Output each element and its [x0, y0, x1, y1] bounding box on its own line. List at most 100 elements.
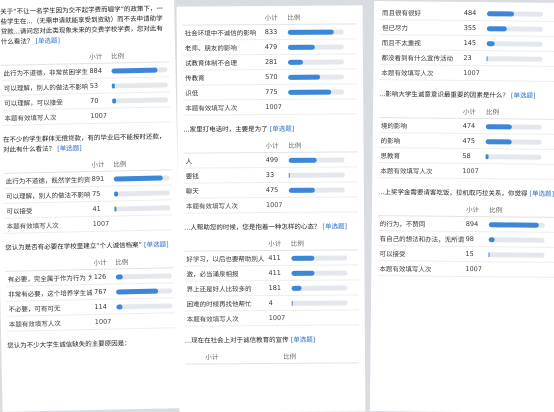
- count-header: 小计: [263, 137, 287, 153]
- total-label: 本题有效填写人次: [2, 108, 89, 126]
- question-block: ...人帮助您的时候，您是抱着一种怎样的心态？ [单选题] 小计 比例 好学习，以后也…: [184, 221, 359, 327]
- ratio-bar: [288, 172, 345, 178]
- question-text: 您认为是否有必要在学校里建立“个人诚信档案”: [5, 241, 143, 253]
- result-row: 激，必当涌泉相报 411: [184, 265, 359, 282]
- ratio-bar-fill: [287, 59, 304, 65]
- option-label: 可以接受: [377, 245, 464, 262]
- ratio-header: 比例: [281, 348, 360, 364]
- question-title: 在不少的学生群体无偿贷款，有的毕业后不能按时还款，对此有什么看法？ [单选题]: [3, 132, 171, 156]
- total-count: 1007: [460, 163, 484, 179]
- result-table: 小计 比例人 499 要钱 33 聊天 475 本题有效填写人次 1007: [183, 137, 359, 214]
- result-row: 人 499: [183, 151, 358, 169]
- ratio-header: 比例: [285, 9, 357, 25]
- result-row: 识低 775: [183, 83, 358, 101]
- option-ratio: [486, 216, 554, 233]
- option-label: 思教育: [378, 147, 461, 164]
- option-ratio: [113, 283, 175, 300]
- page2-bottom-table: 小计 比例: [184, 348, 360, 365]
- ratio-bar-fill: [111, 98, 116, 104]
- ratio-bar-fill: [287, 74, 320, 80]
- option-count: 58: [460, 148, 484, 164]
- question-text: 关于“不让一名学生因为交不起学费而辍学”的政策下，一些学生在...（无需申请就能…: [0, 4, 164, 47]
- option-ratio: [111, 170, 172, 187]
- result-row: 试教育体制不合理 281: [182, 53, 358, 71]
- bottom-question: ...现在在社会上对于诚信教育的宣传 [单选题]: [185, 335, 359, 346]
- total-count: 1007: [92, 314, 115, 330]
- question-text: 在不少的学生群体无偿贷款，有的毕业后不能按时还款，对此有什么看法？: [2, 132, 166, 155]
- total-count: 1007: [461, 65, 485, 81]
- count-header: 小计: [89, 156, 112, 172]
- count-header: 小计: [203, 349, 282, 365]
- option-ratio: [486, 231, 554, 248]
- ratio-bar: [287, 73, 344, 80]
- question-type-tag: [单选题]: [290, 335, 316, 344]
- total-count: 1007: [263, 197, 287, 213]
- question-text: ...家里打电话时，主要是为了: [183, 125, 268, 134]
- ratio-bar: [488, 221, 545, 228]
- option-label: 聊天: [183, 182, 264, 199]
- question-text: ...影响大学生诚意意识最重要的因素是什么？: [379, 90, 509, 100]
- total-count: 1007: [88, 108, 111, 124]
- option-ratio: [286, 166, 358, 183]
- page2-sections: ...家里打电话时，主要是为了 [单选题] 小计 比例人 499 要钱 33 聊天 475 本题…: [183, 123, 359, 327]
- ratio-bar: [113, 175, 170, 182]
- option-label: 社会环境中不诚信的影响: [182, 24, 263, 41]
- question-block: ...上奖学金需要请客吃饭，拉机取巧拉关系，你觉得 [单选题] 小计 比例 的行为，不…: [377, 187, 554, 278]
- ratio-bar: [291, 300, 348, 306]
- option-label: 但已尽力: [379, 19, 462, 36]
- total-row: 本题有效填写人次 1007: [377, 260, 554, 278]
- option-count: 891: [89, 171, 112, 187]
- option-ratio: [111, 185, 173, 202]
- option-label: 好学习，以后也要帮助别人: [184, 250, 267, 267]
- option-label: 而且不太重视: [379, 34, 462, 51]
- ratio-bar: [486, 55, 543, 62]
- option-count: 281: [262, 54, 286, 70]
- option-ratio: [483, 148, 554, 165]
- option-count: 411: [266, 265, 290, 281]
- question-title: ...影响大学生诚意意识最重要的因素是什么？ [单选题]: [379, 89, 554, 101]
- total-label: 本题有效填写人次: [378, 162, 461, 179]
- result-row: 要钱 33: [183, 166, 358, 184]
- ratio-bar-fill: [113, 175, 163, 182]
- option-ratio: [483, 118, 554, 135]
- ratio-header: 比例: [288, 235, 359, 251]
- option-count: 70: [87, 93, 111, 109]
- option-ratio: [112, 200, 173, 217]
- option-ratio: [286, 181, 358, 198]
- option-label: 要钱: [183, 167, 264, 184]
- option-ratio: [484, 50, 554, 67]
- ratio-bar: [115, 288, 173, 295]
- survey-page-left: 关于“不让一名学生因为交不起学费而辍学”的政策下，一些学生在...（无需申请就能…: [0, 0, 183, 412]
- question-type-tag: [单选题]: [143, 240, 169, 250]
- total-count: 1007: [90, 216, 113, 232]
- ratio-bar: [111, 97, 169, 104]
- ratio-bar: [485, 153, 542, 160]
- ratio-bar-fill: [290, 255, 314, 261]
- ratio-bar-fill: [115, 288, 159, 295]
- option-label: 都没看到有什么宣传活动: [379, 49, 462, 66]
- ratio-bar: [287, 88, 344, 95]
- option-count: 126: [91, 269, 114, 285]
- total-spacer: [483, 163, 554, 180]
- ratio-bar-fill: [115, 274, 123, 280]
- question-type-tag: [单选题]: [322, 222, 348, 231]
- result-row: 困难的时候再找他帮忙 4: [184, 295, 359, 312]
- result-row: 聊天 475: [183, 181, 358, 199]
- option-count: 33: [263, 167, 287, 183]
- option-count: 475: [460, 133, 484, 149]
- ratio-bar-fill: [288, 157, 317, 163]
- option-label: 激，必当涌泉相报: [184, 265, 267, 282]
- result-table: 小计 比例 境的影响 474 的影响 475 思教育 58 本题有效填写人次 1007: [378, 103, 554, 180]
- total-spacer: [486, 261, 554, 278]
- ratio-bar-fill: [111, 83, 115, 89]
- ratio-bar: [116, 303, 173, 310]
- option-ratio: [285, 53, 358, 70]
- result-table: 小计 比例 此行为不道德，非常贫困学生享受资助，...资助不够的话需要自己的努力 88…: [1, 47, 171, 127]
- option-ratio: [486, 246, 554, 263]
- ratio-bar-fill: [111, 67, 158, 74]
- option-count: 479: [262, 39, 286, 55]
- ratio-bar: [485, 138, 542, 145]
- option-count: 894: [463, 216, 488, 232]
- ratio-bar-fill: [488, 236, 495, 242]
- ratio-bar: [486, 25, 543, 32]
